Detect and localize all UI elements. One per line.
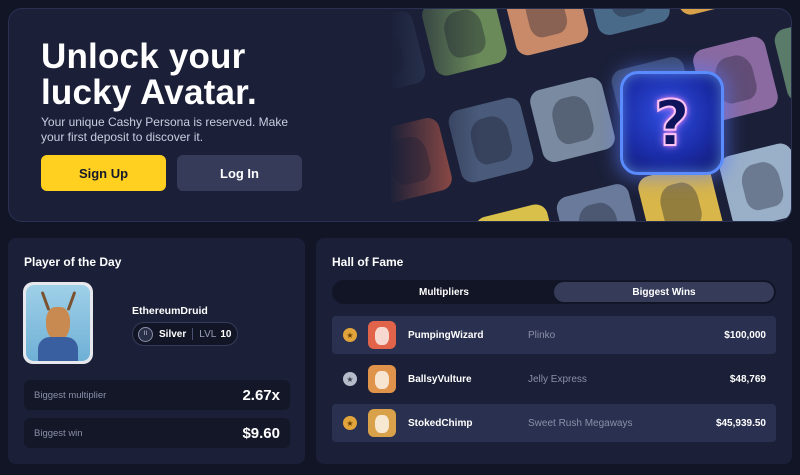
player-avatar[interactable] xyxy=(23,282,93,364)
avatar-tile xyxy=(472,201,563,221)
stat-biggest-multiplier: Biggest multiplier 2.67x xyxy=(24,380,290,410)
stat-label: Biggest win xyxy=(34,427,83,439)
game-name[interactable]: Jelly Express xyxy=(528,374,587,385)
win-amount: $45,939.50 xyxy=(715,417,766,429)
username[interactable]: BallsyVulture xyxy=(408,374,472,385)
mystery-avatar-icon: ? xyxy=(620,71,724,175)
user-avatar xyxy=(368,365,396,393)
hall-of-fame-title: Hall of Fame xyxy=(332,255,404,269)
level-value: 10 xyxy=(220,328,232,340)
table-row[interactable]: ★ BallsyVulture Jelly Express $48,769 xyxy=(332,360,776,398)
gold-medal-icon: ★ xyxy=(343,416,357,430)
rank-name: Silver xyxy=(159,328,187,340)
avatar-tile xyxy=(582,9,673,38)
username[interactable]: PumpingWizard xyxy=(408,330,483,341)
game-name[interactable]: Sweet Rush Megaways xyxy=(528,418,633,429)
divider xyxy=(192,328,194,340)
hero-banner: Unlock your lucky Avatar. Your unique Ca… xyxy=(8,8,792,222)
stat-biggest-win: Biggest win $9.60 xyxy=(24,418,290,448)
username[interactable]: StokedChimp xyxy=(408,418,472,429)
avatar-tile xyxy=(419,9,510,79)
avatar-collage xyxy=(389,9,791,221)
avatar-tile xyxy=(717,140,791,221)
player-name[interactable]: EthereumDruid xyxy=(132,305,208,317)
avatar-tile xyxy=(527,74,618,165)
hero-title-line2: lucky Avatar. xyxy=(41,73,257,112)
table-row[interactable]: ★ StokedChimp Sweet Rush Megaways $45,93… xyxy=(332,404,776,442)
log-in-button[interactable]: Log In xyxy=(177,155,302,191)
avatar-tile xyxy=(664,9,754,18)
silver-medal-icon: ★ xyxy=(343,372,357,386)
hall-of-fame-panel: Hall of Fame Multipliers Biggest Wins ★ … xyxy=(316,238,792,464)
sign-up-button[interactable]: Sign Up xyxy=(41,155,166,191)
question-mark-icon: ? xyxy=(653,86,691,161)
hall-of-fame-tabs: Multipliers Biggest Wins xyxy=(332,280,776,304)
win-amount: $100,000 xyxy=(724,329,766,341)
gold-medal-icon: ★ xyxy=(343,328,357,342)
deer-avatar-icon xyxy=(26,285,90,361)
stat-label: Biggest multiplier xyxy=(34,389,107,401)
tab-biggest-wins[interactable]: Biggest Wins xyxy=(554,282,774,302)
avatar-tile xyxy=(501,9,591,58)
game-name[interactable]: Plinko xyxy=(528,330,555,341)
player-of-the-day-panel: Player of the Day EthereumDruid II Silve… xyxy=(8,238,305,464)
user-avatar xyxy=(368,321,396,349)
avatar-tile xyxy=(389,9,428,99)
avatar-tile xyxy=(446,95,536,185)
avatar-tile xyxy=(554,181,644,221)
stat-value: $9.60 xyxy=(242,424,280,442)
stat-value: 2.67x xyxy=(242,386,280,404)
table-row[interactable]: ★ PumpingWizard Plinko $100,000 xyxy=(332,316,776,354)
hero-title: Unlock your lucky Avatar. xyxy=(41,39,381,111)
hero-title-line1: Unlock your xyxy=(41,37,246,76)
user-avatar xyxy=(368,409,396,437)
win-amount: $48,769 xyxy=(729,373,766,385)
level-label: LVL xyxy=(199,328,217,340)
avatar-tile xyxy=(389,115,455,206)
rank-icon: II xyxy=(138,326,153,342)
tab-multipliers[interactable]: Multipliers xyxy=(334,282,554,302)
player-of-the-day-title: Player of the Day xyxy=(24,255,122,269)
rank-badge: II Silver LVL 10 xyxy=(132,322,238,346)
hero-subtitle: Your unique Cashy Persona is reserved. M… xyxy=(41,115,289,144)
